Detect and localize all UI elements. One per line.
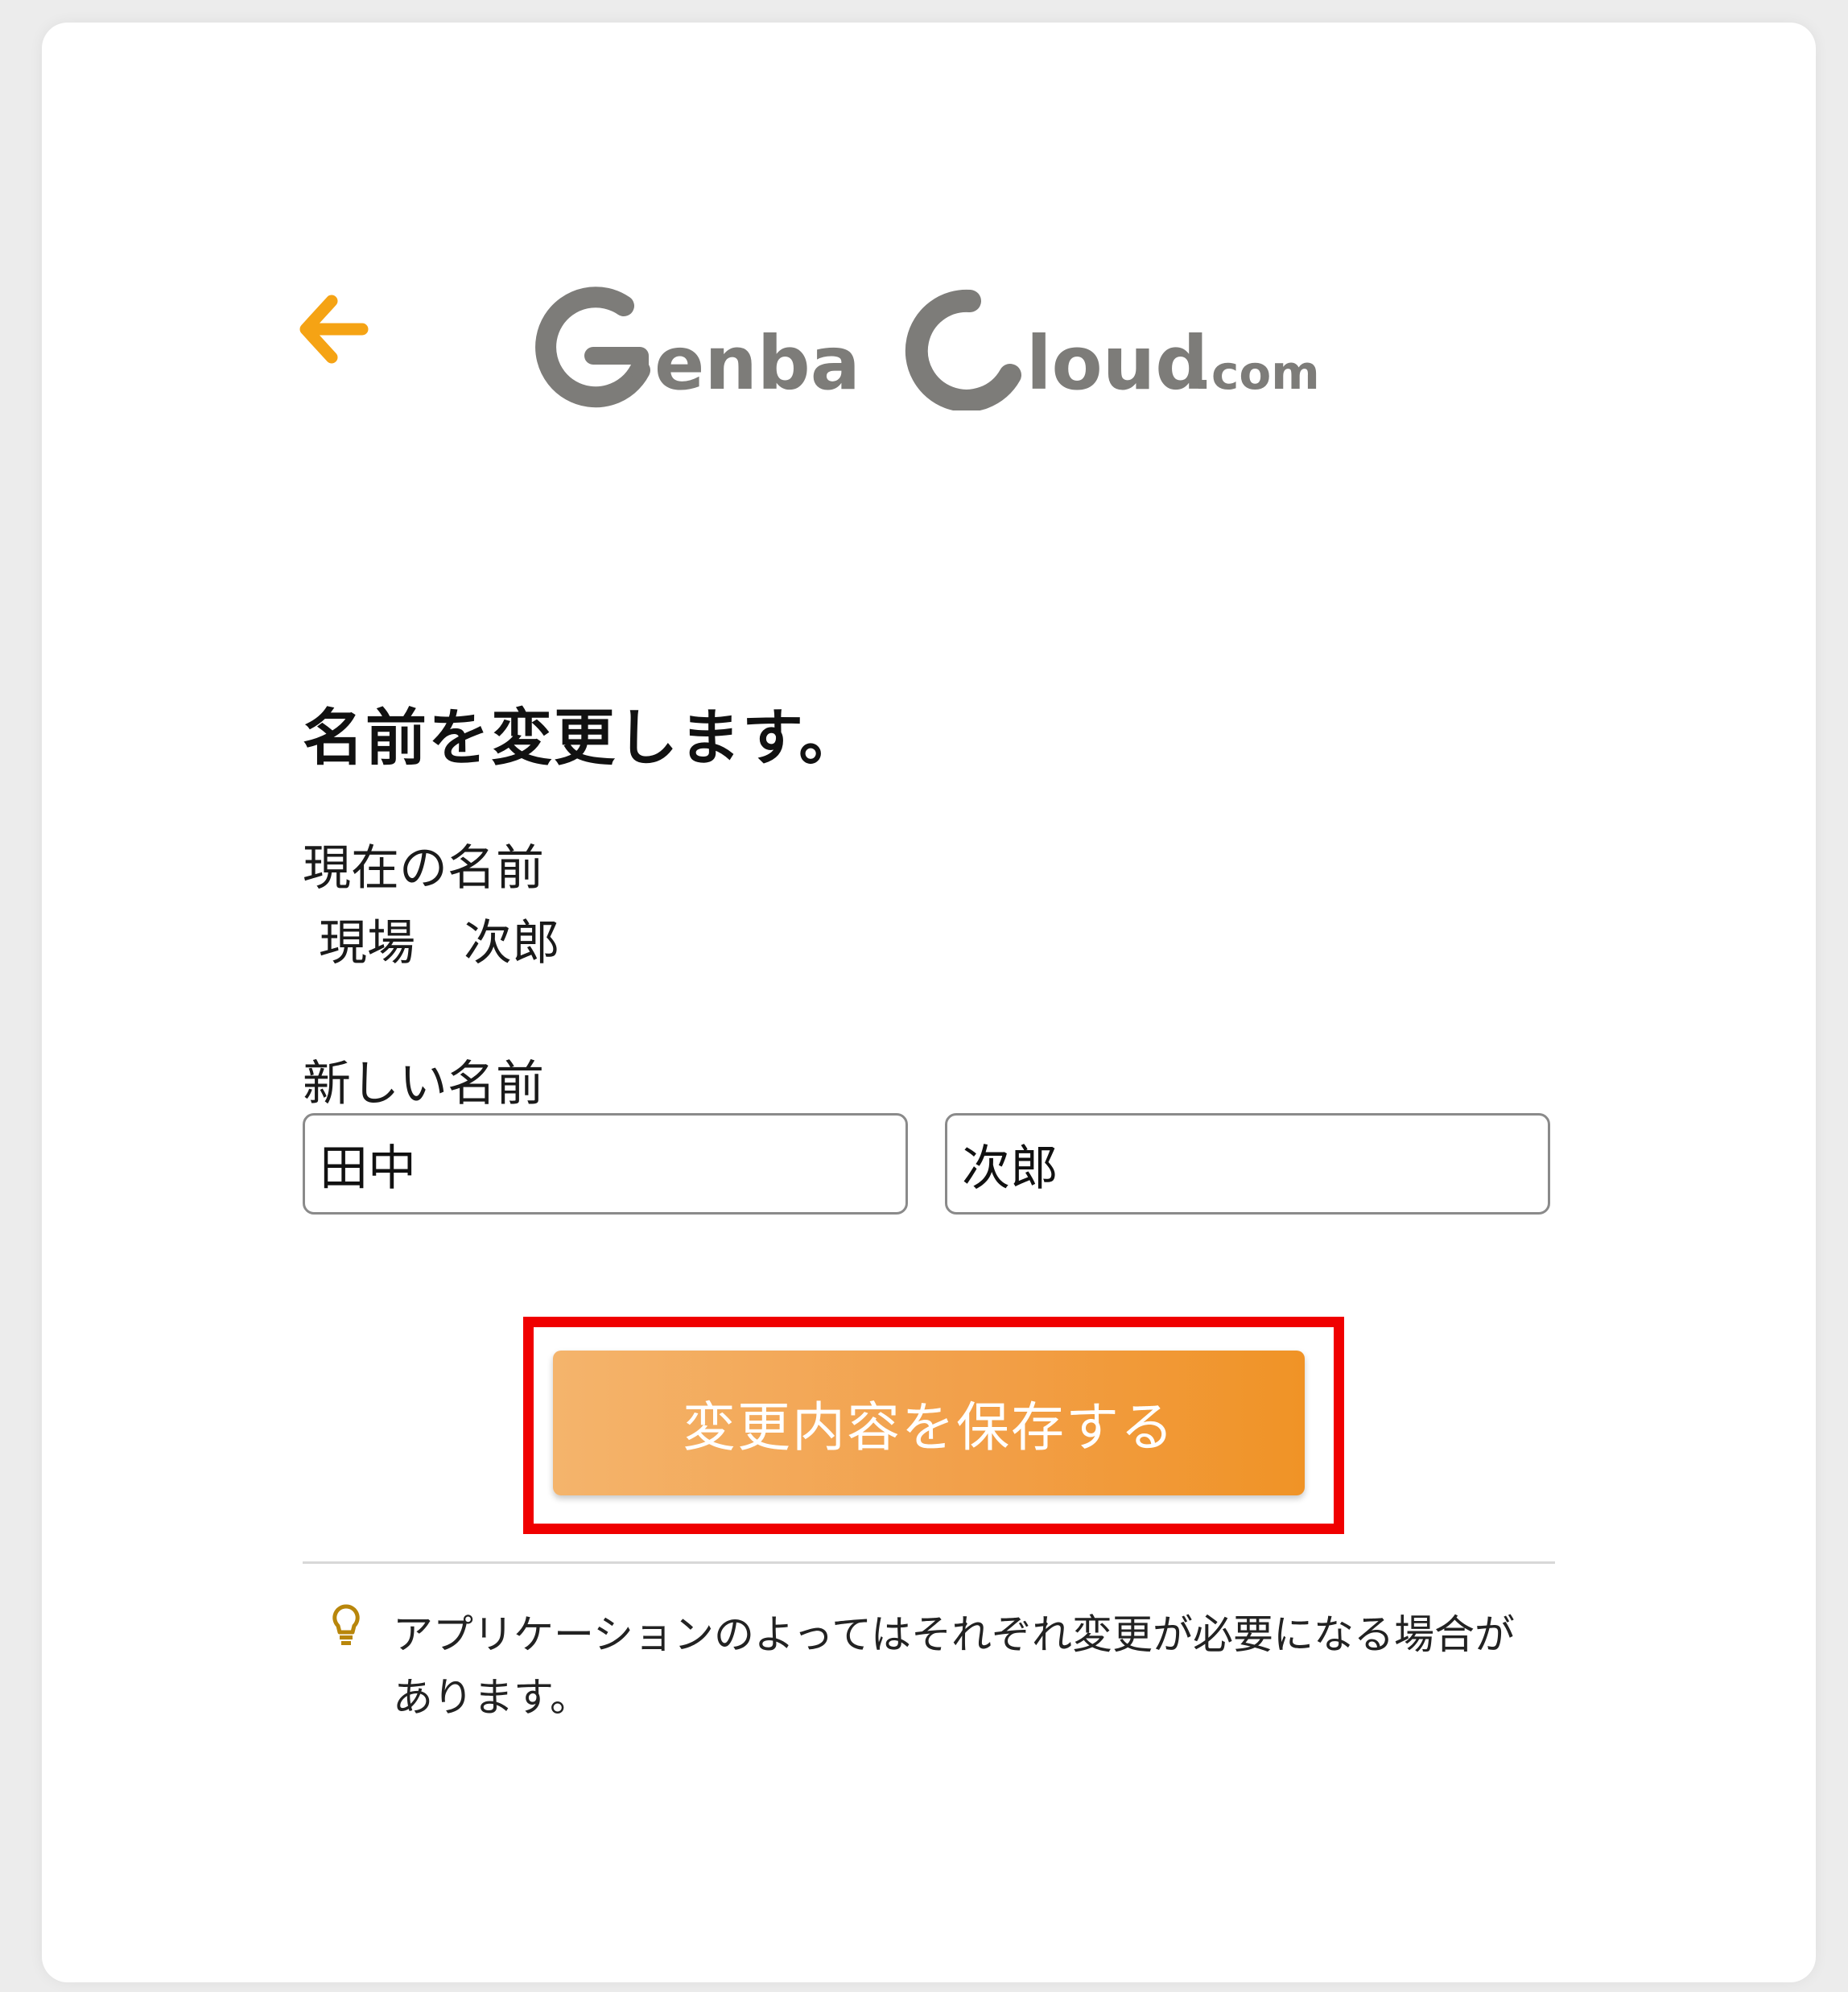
genba-cloud-logo: enba loud .com <box>527 282 1332 410</box>
lightbulb-icon <box>330 1603 362 1648</box>
save-button[interactable]: 変更内容を保存する <box>553 1351 1305 1495</box>
current-name-value: 現場 次郎 <box>319 915 560 971</box>
arrow-left-icon[interactable] <box>299 293 369 365</box>
divider <box>303 1561 1555 1564</box>
svg-text:loud: loud <box>1026 320 1208 406</box>
last-name-input[interactable] <box>303 1113 908 1215</box>
svg-text:enba: enba <box>654 320 860 406</box>
current-name-label: 現在の名前 <box>303 840 544 897</box>
hint-text: アプリケーションのよってはそれぞれ変更が必要になる場合があります。 <box>393 1611 1515 1721</box>
page-title: 名前を変更します。 <box>303 702 862 773</box>
svg-text:.com: .com <box>1194 345 1320 400</box>
first-name-input[interactable] <box>945 1113 1550 1215</box>
new-name-label: 新しい名前 <box>303 1056 544 1112</box>
